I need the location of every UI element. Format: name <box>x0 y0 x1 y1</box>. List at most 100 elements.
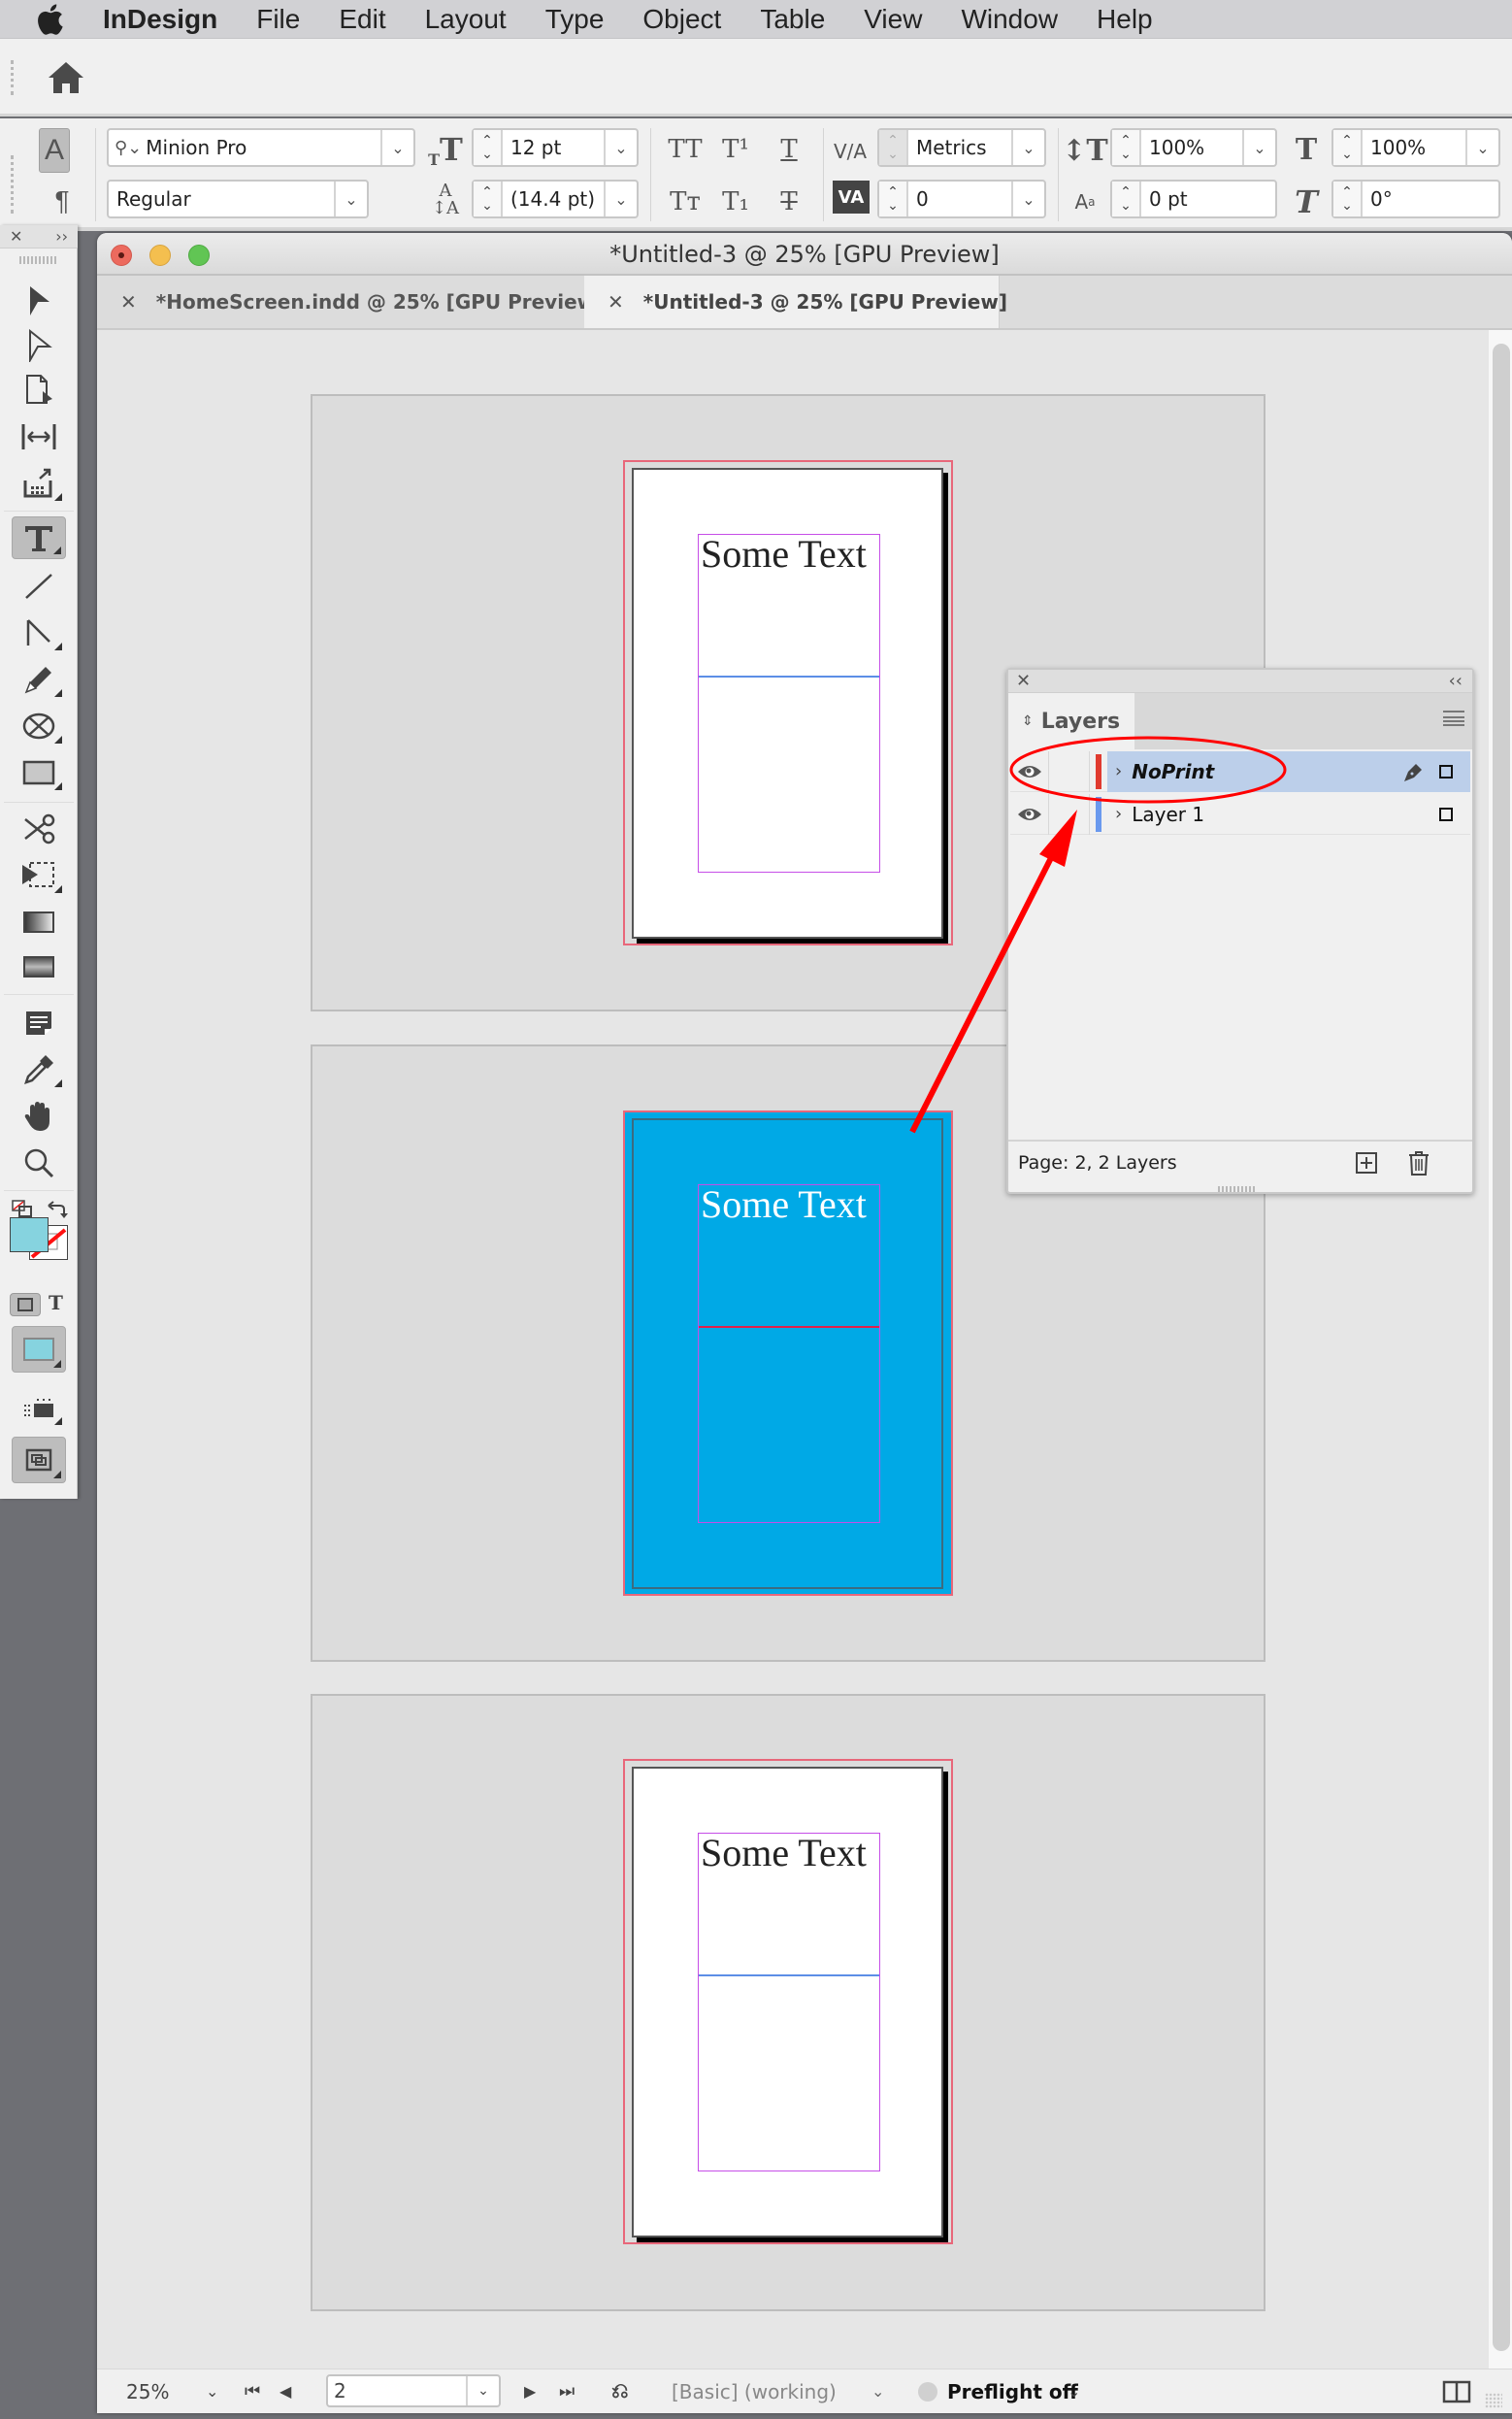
hand-tool[interactable] <box>12 1095 66 1138</box>
last-page-icon[interactable]: ⏭ <box>559 2381 575 2402</box>
page-number-field[interactable]: 2 ⌄ <box>326 2374 501 2407</box>
text-frame[interactable]: Some Text <box>698 1181 880 1523</box>
zoom-tool[interactable] <box>12 1142 66 1184</box>
collapse-panel-icon[interactable]: ‹‹ <box>1449 671 1463 691</box>
kerning-stepper[interactable]: ⌃ ⌄ <box>879 130 908 165</box>
page-number-value[interactable]: 2 <box>328 2379 466 2402</box>
menu-layout[interactable]: Layout <box>425 4 507 35</box>
panel-menu-icon[interactable] <box>1443 711 1464 726</box>
chevron-down-icon[interactable]: ⌄ <box>604 182 637 216</box>
close-panel-icon[interactable]: ✕ <box>1016 671 1031 691</box>
delete-layer-icon[interactable] <box>1408 1150 1430 1176</box>
fill-swatch[interactable] <box>10 1217 49 1252</box>
tab-untitled-3[interactable]: ✕ *Untitled-3 @ 25% [GPU Preview] <box>584 276 1007 328</box>
type-tool[interactable] <box>12 516 66 559</box>
chevron-down-icon[interactable]: ⌄ <box>334 182 367 216</box>
text-frame[interactable]: Some Text <box>698 531 880 873</box>
baseline-shift-field[interactable]: ⌃ ⌄ 0 pt <box>1110 180 1277 218</box>
kerning-field[interactable]: ⌃ ⌄ Metrics ⌄ <box>877 128 1046 167</box>
previous-page-icon[interactable]: ◀ <box>279 2382 291 2401</box>
zoom-level[interactable]: 25% <box>126 2380 169 2403</box>
swap-fill-stroke-icon[interactable] <box>47 1200 68 1219</box>
chevron-down-icon[interactable]: ⌄ <box>1242 130 1275 165</box>
paragraph-formatting-mode-button[interactable]: ¶ <box>47 179 78 223</box>
control-panel-grip[interactable] <box>11 155 14 214</box>
chevron-down-icon[interactable]: ⌄ <box>1465 130 1498 165</box>
layer-name[interactable]: NoPrint <box>1132 760 1400 783</box>
gradient-swatch-tool[interactable] <box>12 901 66 944</box>
page-3[interactable]: Some Text <box>632 1767 943 2237</box>
lock-toggle[interactable] <box>1049 793 1090 835</box>
chevron-down-icon[interactable]: ⌄ <box>380 130 413 165</box>
menu-help[interactable]: Help <box>1097 4 1153 35</box>
leading-stepper[interactable]: ⌃ ⌄ <box>474 182 503 216</box>
ellipse-frame-tool[interactable] <box>12 705 66 747</box>
chevron-down-icon[interactable]: ⌄ <box>1011 130 1044 165</box>
page-1[interactable]: Some Text <box>632 468 943 939</box>
document-canvas[interactable]: Some Text Some Text Some Text <box>97 330 1512 2370</box>
vertical-scrollbar-thumb[interactable] <box>1493 344 1510 2351</box>
chevron-down-icon[interactable]: ⌄ <box>466 2376 499 2405</box>
formatting-affects-text-button[interactable]: T <box>49 1291 68 1318</box>
layers-panel-header[interactable]: ✕ ‹‹ <box>1008 670 1472 693</box>
split-window-button[interactable] <box>1442 2380 1471 2403</box>
gpu-performance-button[interactable] <box>12 1386 66 1429</box>
horizontal-scale-field[interactable]: ⌃ ⌄ 100% ⌄ <box>1331 128 1500 167</box>
formatting-affects-container-button[interactable] <box>10 1293 41 1316</box>
open-document-status-icon[interactable]: ⎌ <box>611 2379 629 2403</box>
tab-homescreen[interactable]: ✕ *HomeScreen.indd @ 25% [GPU Preview] <box>97 276 604 328</box>
menu-app-indesign[interactable]: InDesign <box>103 4 217 35</box>
leading-value[interactable]: (14.4 pt) <box>503 187 604 211</box>
vertical-scale-field[interactable]: ⌃ ⌄ 100% ⌄ <box>1110 128 1277 167</box>
page-tool[interactable] <box>12 369 66 412</box>
all-caps-button[interactable]: TT <box>664 130 707 169</box>
strikethrough-button[interactable]: T <box>774 182 804 221</box>
default-fill-stroke-icon[interactable] <box>12 1200 33 1217</box>
tracking-value[interactable]: 0 <box>908 187 1011 211</box>
font-size-stepper[interactable]: ⌃ ⌄ <box>474 130 503 165</box>
resize-grip[interactable] <box>1485 2393 1502 2408</box>
underline-button[interactable]: T <box>774 130 804 169</box>
kerning-value[interactable]: Metrics <box>908 136 1011 159</box>
page-2[interactable]: Some Text <box>632 1118 943 1589</box>
menu-object[interactable]: Object <box>642 4 721 35</box>
gradient-feather-tool[interactable] <box>12 945 66 988</box>
visibility-toggle[interactable] <box>1010 793 1049 835</box>
document-title-bar[interactable]: *Untitled-3 @ 25% [GPU Preview] <box>97 233 1512 276</box>
close-tab-icon[interactable]: ✕ <box>608 290 624 314</box>
text-frame[interactable]: Some Text <box>698 1831 880 2171</box>
expand-icon[interactable]: ›› <box>55 227 68 246</box>
baseline-shift-stepper[interactable]: ⌃ ⌄ <box>1112 182 1141 216</box>
home-button[interactable] <box>47 60 85 95</box>
tools-panel-grip[interactable] <box>19 256 58 264</box>
font-size-field[interactable]: ⌃ ⌄ 12 pt ⌄ <box>472 128 639 167</box>
visibility-toggle[interactable] <box>1010 750 1049 792</box>
font-style-value[interactable]: Regular <box>109 187 334 211</box>
menu-edit[interactable]: Edit <box>339 4 385 35</box>
menu-table[interactable]: Table <box>760 4 825 35</box>
color-profile[interactable]: [Basic] (working) <box>672 2380 837 2403</box>
superscript-button[interactable]: T¹ <box>718 130 753 169</box>
layer-row-noprint[interactable]: › NoPrint <box>1010 750 1470 792</box>
font-size-value[interactable]: 12 pt <box>503 136 604 159</box>
tab-layers[interactable]: ⇕ Layers <box>1008 693 1134 749</box>
toolbar-grip[interactable] <box>11 60 14 95</box>
rectangle-tool[interactable] <box>12 751 66 794</box>
pencil-tool[interactable] <box>12 658 66 701</box>
panel-resize-grip[interactable] <box>1218 1186 1257 1192</box>
skew-stepper[interactable]: ⌃ ⌄ <box>1333 182 1363 216</box>
page-text[interactable]: Some Text <box>701 1181 867 1227</box>
font-style-field[interactable]: Regular ⌄ <box>107 180 369 218</box>
lock-toggle[interactable] <box>1049 750 1090 792</box>
font-family-field[interactable]: ⚲⌄ Minion Pro ⌄ <box>107 128 415 167</box>
line-tool[interactable] <box>12 565 66 608</box>
menu-view[interactable]: View <box>864 4 922 35</box>
selection-square[interactable] <box>1439 807 1453 821</box>
font-family-value[interactable]: Minion Pro <box>142 136 380 159</box>
preflight-dropdown-chevron-icon[interactable]: ⌄ <box>1068 2382 1080 2401</box>
page-text[interactable]: Some Text <box>701 531 867 577</box>
screen-mode-button[interactable] <box>12 1437 66 1483</box>
layer-name-cell[interactable]: › NoPrint <box>1107 750 1470 792</box>
tracking-field[interactable]: ⌃ ⌄ 0 ⌄ <box>877 180 1046 218</box>
baseline-shift-value[interactable]: 0 pt <box>1141 187 1275 211</box>
